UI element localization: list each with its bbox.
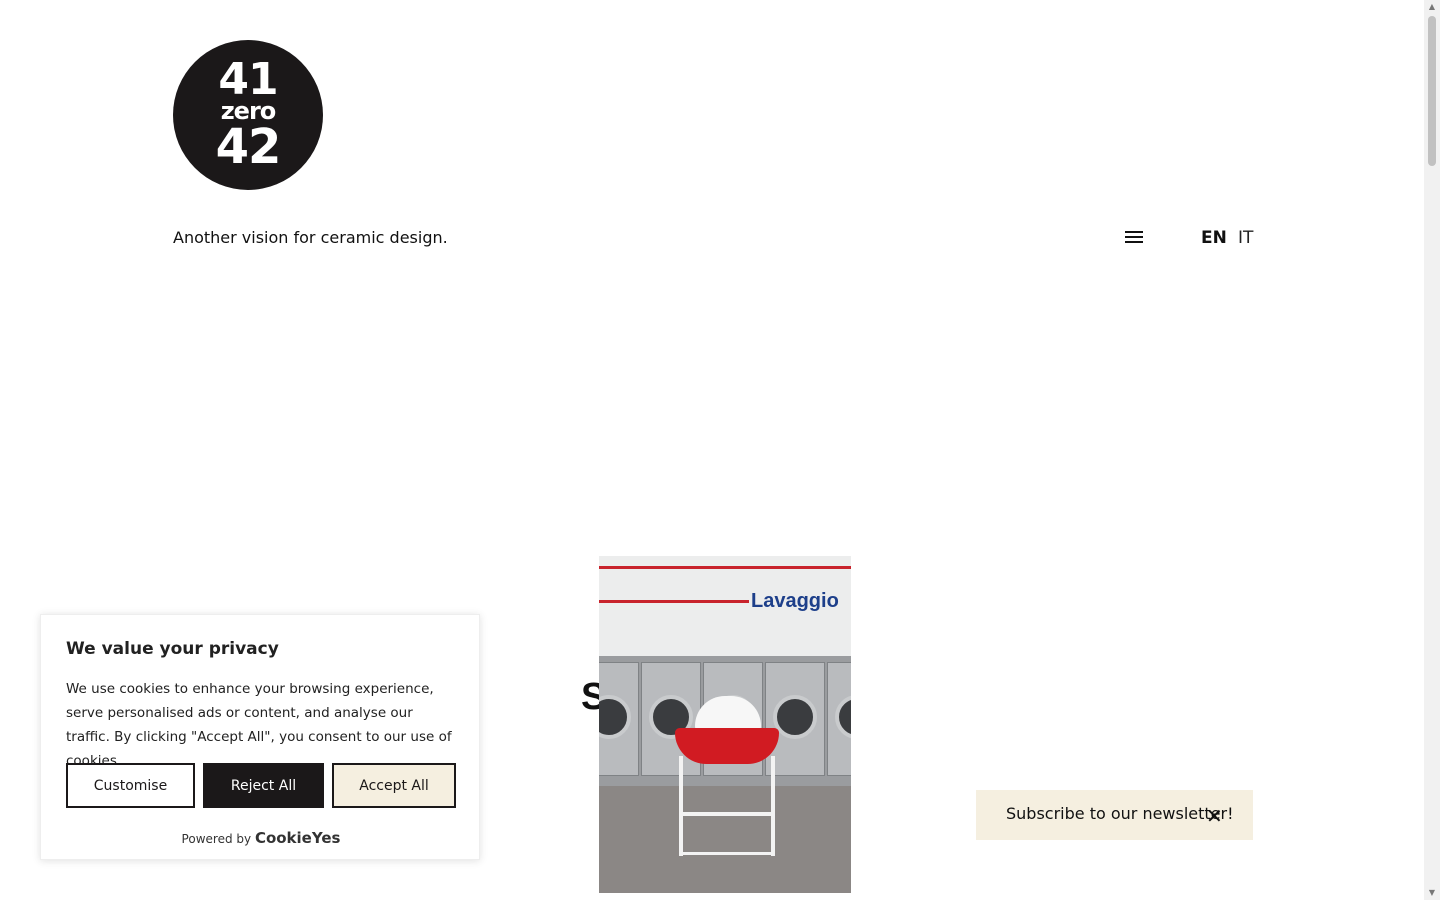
hamburger-menu-icon[interactable] <box>1122 228 1146 248</box>
language-it-link[interactable]: IT <box>1238 228 1253 248</box>
accept-all-button[interactable]: Accept All <box>332 763 456 808</box>
cookie-title: We value your privacy <box>66 639 279 659</box>
logo-line-3: 42 <box>215 119 282 175</box>
scroll-down-arrow-icon[interactable]: ▼ <box>1427 888 1437 898</box>
language-en-link[interactable]: EN <box>1201 228 1227 248</box>
powered-by-label: Powered by <box>181 832 252 846</box>
laundromat-sign: Lavaggio <box>751 590 839 612</box>
newsletter-label[interactable]: Subscribe to our newsletter! <box>1006 804 1234 823</box>
powered-by: Powered by CookieYes <box>41 829 481 847</box>
logo-line-1: 41 <box>218 54 278 105</box>
scrollbar-thumb[interactable] <box>1428 16 1436 166</box>
reject-all-button[interactable]: Reject All <box>203 763 324 808</box>
customise-button[interactable]: Customise <box>66 763 195 808</box>
newsletter-bar[interactable]: Subscribe to our newsletter! ✕ <box>976 790 1253 840</box>
page-scrollbar[interactable]: ▲ ▼ <box>1424 0 1440 900</box>
cookieyes-logo[interactable]: CookieYes <box>255 829 341 847</box>
close-icon[interactable]: ✕ <box>1206 804 1223 828</box>
hero-image-laundromat: Lavaggio <box>599 556 851 893</box>
site-tagline: Another vision for ceramic design. <box>173 228 448 247</box>
scroll-up-arrow-icon[interactable]: ▲ <box>1427 2 1437 12</box>
cookie-body: We use cookies to enhance your browsing … <box>66 681 452 769</box>
site-logo[interactable]: 41 zero 42 <box>173 40 323 190</box>
cookie-consent-banner: We value your privacy We use cookies to … <box>40 614 480 860</box>
